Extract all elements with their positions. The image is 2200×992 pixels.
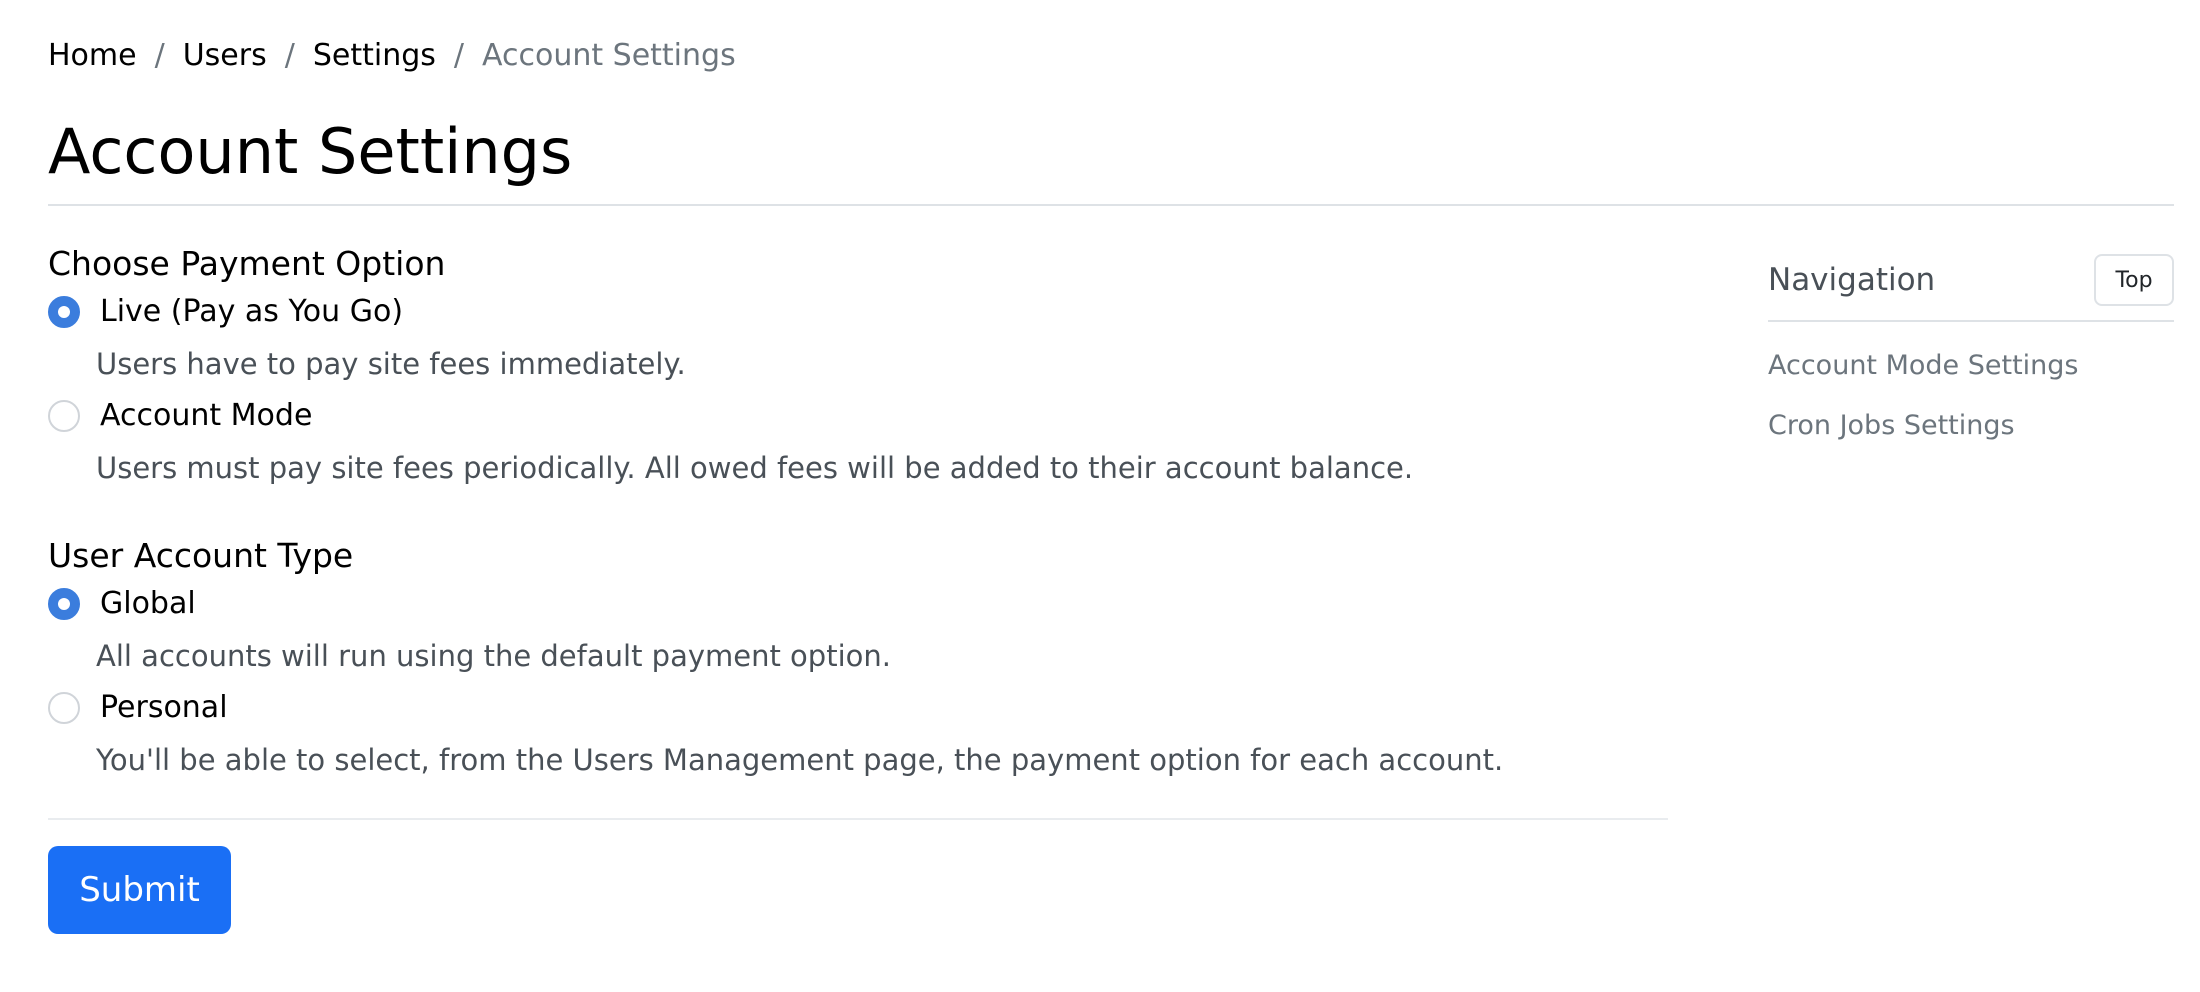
submit-button[interactable]: Submit xyxy=(48,846,231,934)
breadcrumb-home-link[interactable]: Home xyxy=(48,36,137,76)
breadcrumb-settings-link[interactable]: Settings xyxy=(313,36,436,76)
nav-link-account-mode-settings[interactable]: Account Mode Settings xyxy=(1768,350,2079,381)
form-divider xyxy=(48,818,1668,820)
nav-link-cron-jobs-settings[interactable]: Cron Jobs Settings xyxy=(1768,410,2015,441)
account-mode-label[interactable]: Account Mode xyxy=(100,396,312,436)
personal-description: You'll be able to select, from the Users… xyxy=(96,743,1504,777)
top-button[interactable]: Top xyxy=(2094,254,2174,306)
navigation-header: Navigation Top xyxy=(1768,252,2174,308)
global-radio[interactable] xyxy=(48,588,80,620)
account-type-title: User Account Type xyxy=(48,536,354,575)
global-description: All accounts will run using the default … xyxy=(96,639,891,673)
nav-item-cron-jobs-settings: Cron Jobs Settings xyxy=(1768,408,2174,444)
global-label[interactable]: Global xyxy=(100,584,196,624)
personal-label[interactable]: Personal xyxy=(100,688,228,728)
account-type-personal[interactable]: Personal xyxy=(48,684,1668,732)
breadcrumb-current: Account Settings xyxy=(481,38,736,73)
account-type-group: User Account Type Global All accounts wi… xyxy=(48,532,1668,780)
live-radio[interactable] xyxy=(48,296,80,328)
personal-radio[interactable] xyxy=(48,692,80,724)
breadcrumb-separator: / xyxy=(453,38,464,73)
page-title: Account Settings xyxy=(48,115,573,188)
nav-item-account-mode-settings: Account Mode Settings xyxy=(1768,348,2174,384)
breadcrumb-users-link[interactable]: Users xyxy=(183,36,267,76)
navigation-divider xyxy=(1768,320,2174,322)
navigation-title: Navigation xyxy=(1768,262,1936,298)
page: Home / Users / Settings / Account Settin… xyxy=(0,0,2200,992)
live-label[interactable]: Live (Pay as You Go) xyxy=(100,292,403,332)
payment-option-live[interactable]: Live (Pay as You Go) xyxy=(48,288,1668,336)
breadcrumb: Home / Users / Settings / Account Settin… xyxy=(48,36,736,76)
side-navigation: Navigation Top Account Mode Settings Cro… xyxy=(1768,252,2174,468)
account-mode-radio[interactable] xyxy=(48,400,80,432)
payment-option-account-mode[interactable]: Account Mode xyxy=(48,392,1668,440)
account-mode-description: Users must pay site fees periodically. A… xyxy=(96,451,1414,485)
settings-form: Choose Payment Option Live (Pay as You G… xyxy=(48,240,1668,788)
payment-option-title: Choose Payment Option xyxy=(48,244,446,283)
payment-option-group: Choose Payment Option Live (Pay as You G… xyxy=(48,240,1668,488)
navigation-links: Account Mode Settings Cron Jobs Settings xyxy=(1768,348,2174,444)
live-description: Users have to pay site fees immediately. xyxy=(96,347,686,381)
title-divider xyxy=(48,204,2174,206)
breadcrumb-separator: / xyxy=(154,38,165,73)
breadcrumb-separator: / xyxy=(284,38,295,73)
account-type-global[interactable]: Global xyxy=(48,580,1668,628)
